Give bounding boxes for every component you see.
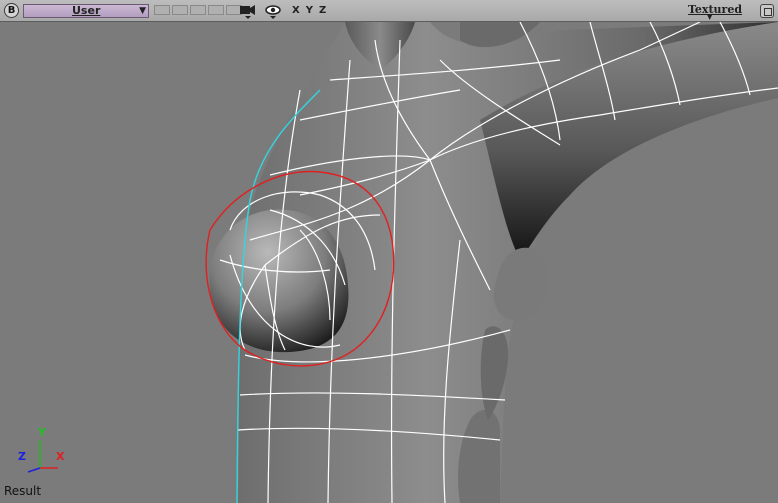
axis-z-button[interactable]: Z [319,5,332,16]
maximize-view-icon[interactable] [760,4,774,18]
chevron-down-icon: ▼ [707,13,713,21]
viewport-header-toolbar: B User ▼ XYZ Textured ▼ [0,0,778,22]
axis-y-label: Y [38,426,46,439]
layer-button-4[interactable] [208,5,224,15]
3d-viewport[interactable]: Y X Z Result [0,22,778,503]
blender-3d-view: B User ▼ XYZ Textured ▼ Y X Z Result [0,0,778,503]
layer-buttons [154,5,242,15]
blender-logo-icon[interactable]: B [4,3,19,18]
layer-button-3[interactable] [190,5,206,15]
layer-button-1[interactable] [154,5,170,15]
mesh-render [205,22,778,503]
axis-z-label: Z [18,450,26,463]
layer-button-2[interactable] [172,5,188,15]
axis-constraint-buttons: XYZ [292,4,332,18]
status-label: Result [4,484,42,498]
axis-x-label: X [56,450,65,463]
camera-view-icon[interactable] [239,4,257,20]
shading-mode-select[interactable]: Textured [688,4,742,16]
view-mode-select[interactable]: User ▼ [23,4,149,18]
axis-x-button[interactable]: X [292,5,306,16]
axis-y-button[interactable]: Y [306,5,319,16]
view-mode-label: User [72,4,101,17]
chevron-down-icon: ▼ [139,6,146,16]
eye-visibility-icon[interactable] [264,4,282,20]
